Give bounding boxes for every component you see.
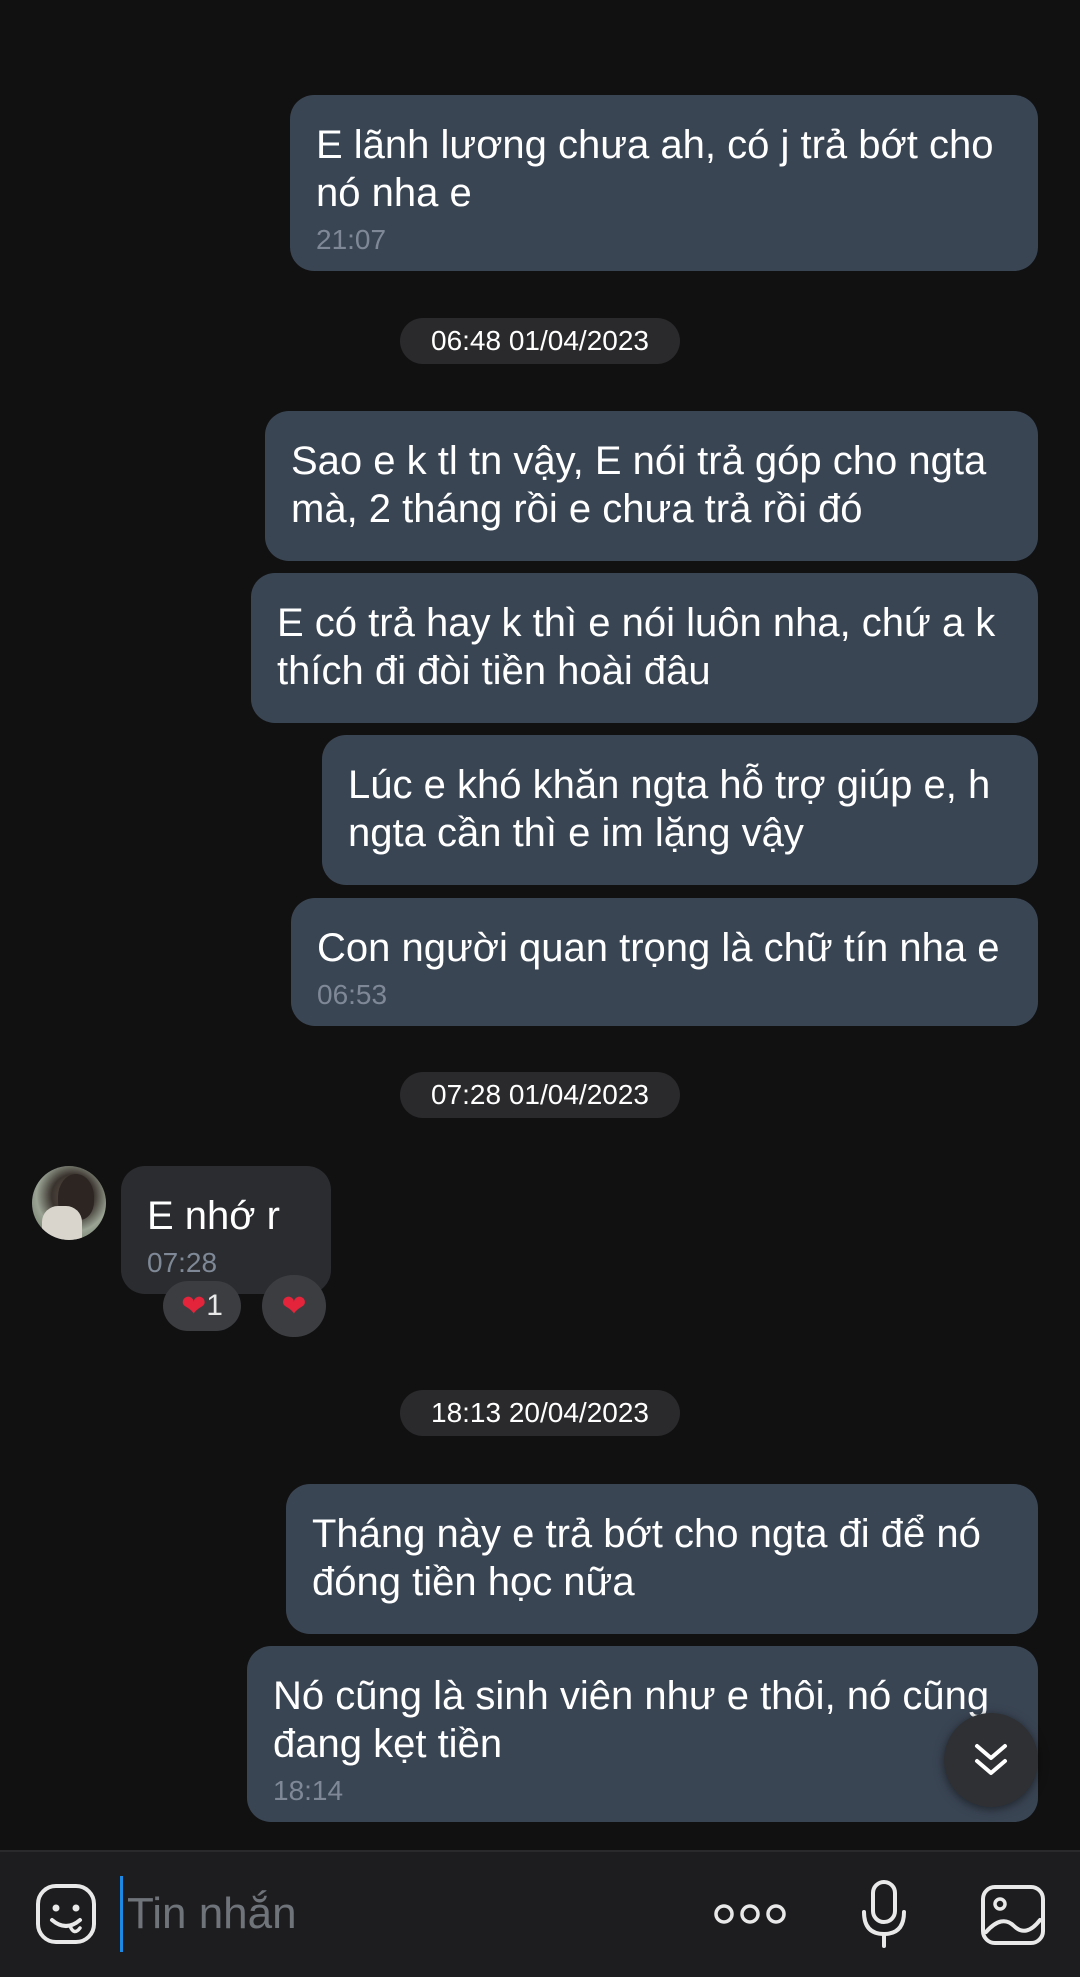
image-icon (981, 1885, 1045, 1945)
sent-message[interactable]: E lãnh lương chưa ah, có j trả bớt cho n… (290, 95, 1038, 271)
message-time: 07:28 (147, 1247, 218, 1278)
sent-message[interactable]: E có trả hay k thì e nói luôn nha, chứ a… (251, 573, 1038, 723)
message-text: E lãnh lương chưa ah, có j trả bớt cho n… (316, 123, 994, 215)
sticker-button[interactable] (34, 1882, 98, 1946)
date-separator: 07:28 01/04/2023 (400, 1072, 680, 1118)
add-reaction-button[interactable]: ❤ (262, 1275, 326, 1337)
message-time: 06:53 (317, 979, 388, 1010)
contact-avatar[interactable] (32, 1166, 106, 1240)
avatar-figure (42, 1206, 82, 1240)
sent-message[interactable]: Nó cũng là sinh viên như e thôi, nó cũng… (247, 1646, 1038, 1822)
sent-message[interactable]: Lúc e khó khăn ngta hỗ trợ giúp e, h ngt… (322, 735, 1038, 885)
send-image-button[interactable] (980, 1884, 1046, 1946)
message-time: 18:14 (273, 1775, 344, 1806)
scroll-to-bottom-button[interactable] (944, 1713, 1038, 1807)
date-separator: 18:13 20/04/2023 (400, 1390, 680, 1436)
message-time: 21:07 (316, 224, 387, 255)
reaction-count: 1 (206, 1289, 223, 1322)
message-composer (0, 1850, 1080, 1977)
heart-icon: ❤ (181, 1290, 207, 1324)
message-text: E có trả hay k thì e nói luôn nha, chứ a… (277, 601, 996, 693)
microphone-icon (862, 1880, 906, 1948)
reaction-summary[interactable]: ❤1 (163, 1281, 241, 1331)
message-text: Tháng này e trả bớt cho ngta đi để nó đó… (312, 1512, 981, 1604)
message-text: Nó cũng là sinh viên như e thôi, nó cũng… (273, 1674, 990, 1766)
message-text: Lúc e khó khăn ngta hỗ trợ giúp e, h ngt… (348, 763, 991, 855)
voice-message-button[interactable] (856, 1878, 912, 1950)
more-options-button[interactable] (712, 1892, 788, 1936)
message-text: E nhớ r (147, 1194, 280, 1238)
chat-area[interactable]: E lãnh lương chưa ah, có j trả bớt cho n… (0, 0, 1080, 1850)
sticker-icon (36, 1884, 96, 1944)
heart-icon: ❤ (281, 1290, 307, 1324)
sent-message[interactable]: Tháng này e trả bớt cho ngta đi để nó đó… (286, 1484, 1038, 1634)
message-input[interactable] (120, 1876, 680, 1952)
scroll-down-icon (975, 1744, 1007, 1775)
more-icon (714, 1904, 786, 1924)
message-text: Con người quan trọng là chữ tín nha e (317, 926, 1000, 970)
date-separator: 06:48 01/04/2023 (400, 318, 680, 364)
sent-message[interactable]: Con người quan trọng là chữ tín nha e 06… (291, 898, 1038, 1026)
message-text: Sao e k tl tn vậy, E nói trả góp cho ngt… (291, 439, 987, 531)
sent-message[interactable]: Sao e k tl tn vậy, E nói trả góp cho ngt… (265, 411, 1038, 561)
